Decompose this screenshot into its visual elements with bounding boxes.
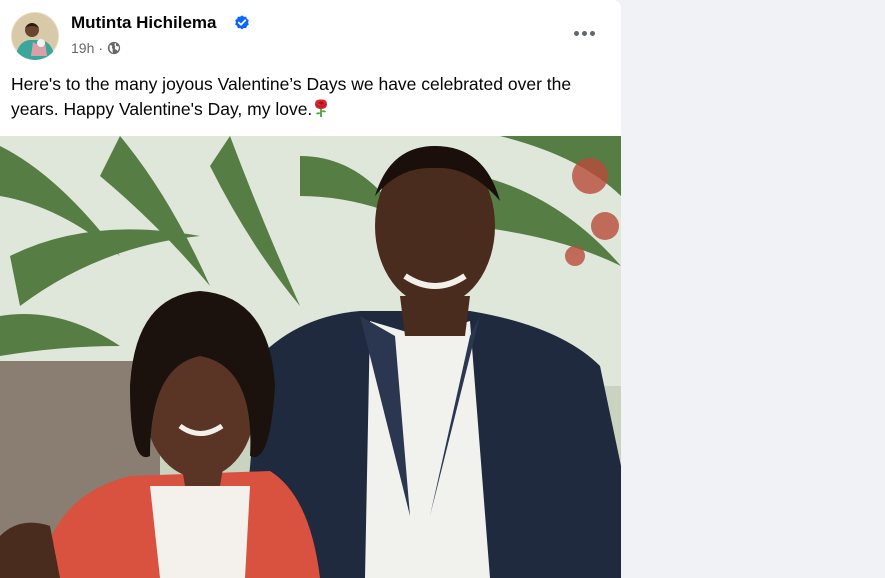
feed-post: Mutinta Hichilema 19h · Here's to the ma…	[0, 0, 621, 578]
more-options-icon	[573, 30, 579, 36]
post-timestamp[interactable]: 19h	[71, 40, 94, 56]
more-options-button[interactable]	[566, 20, 602, 46]
globe-icon[interactable]	[107, 41, 121, 55]
author-avatar[interactable]	[11, 12, 59, 60]
post-photo[interactable]	[0, 136, 621, 578]
author-name[interactable]: Mutinta Hichilema	[71, 13, 216, 33]
post-text: Here's to the many joyous Valentine’s Da…	[11, 72, 611, 121]
rose-emoji-icon	[315, 98, 328, 117]
photo-couple-icon	[0, 136, 621, 578]
post-meta: 19h ·	[71, 40, 121, 56]
verified-badge-icon	[235, 15, 249, 30]
avatar-image	[11, 12, 59, 60]
post-text-content: Here's to the many joyous Valentine’s Da…	[11, 74, 572, 119]
post-header: Mutinta Hichilema 19h ·	[0, 0, 621, 62]
meta-separator: ·	[98, 40, 104, 56]
